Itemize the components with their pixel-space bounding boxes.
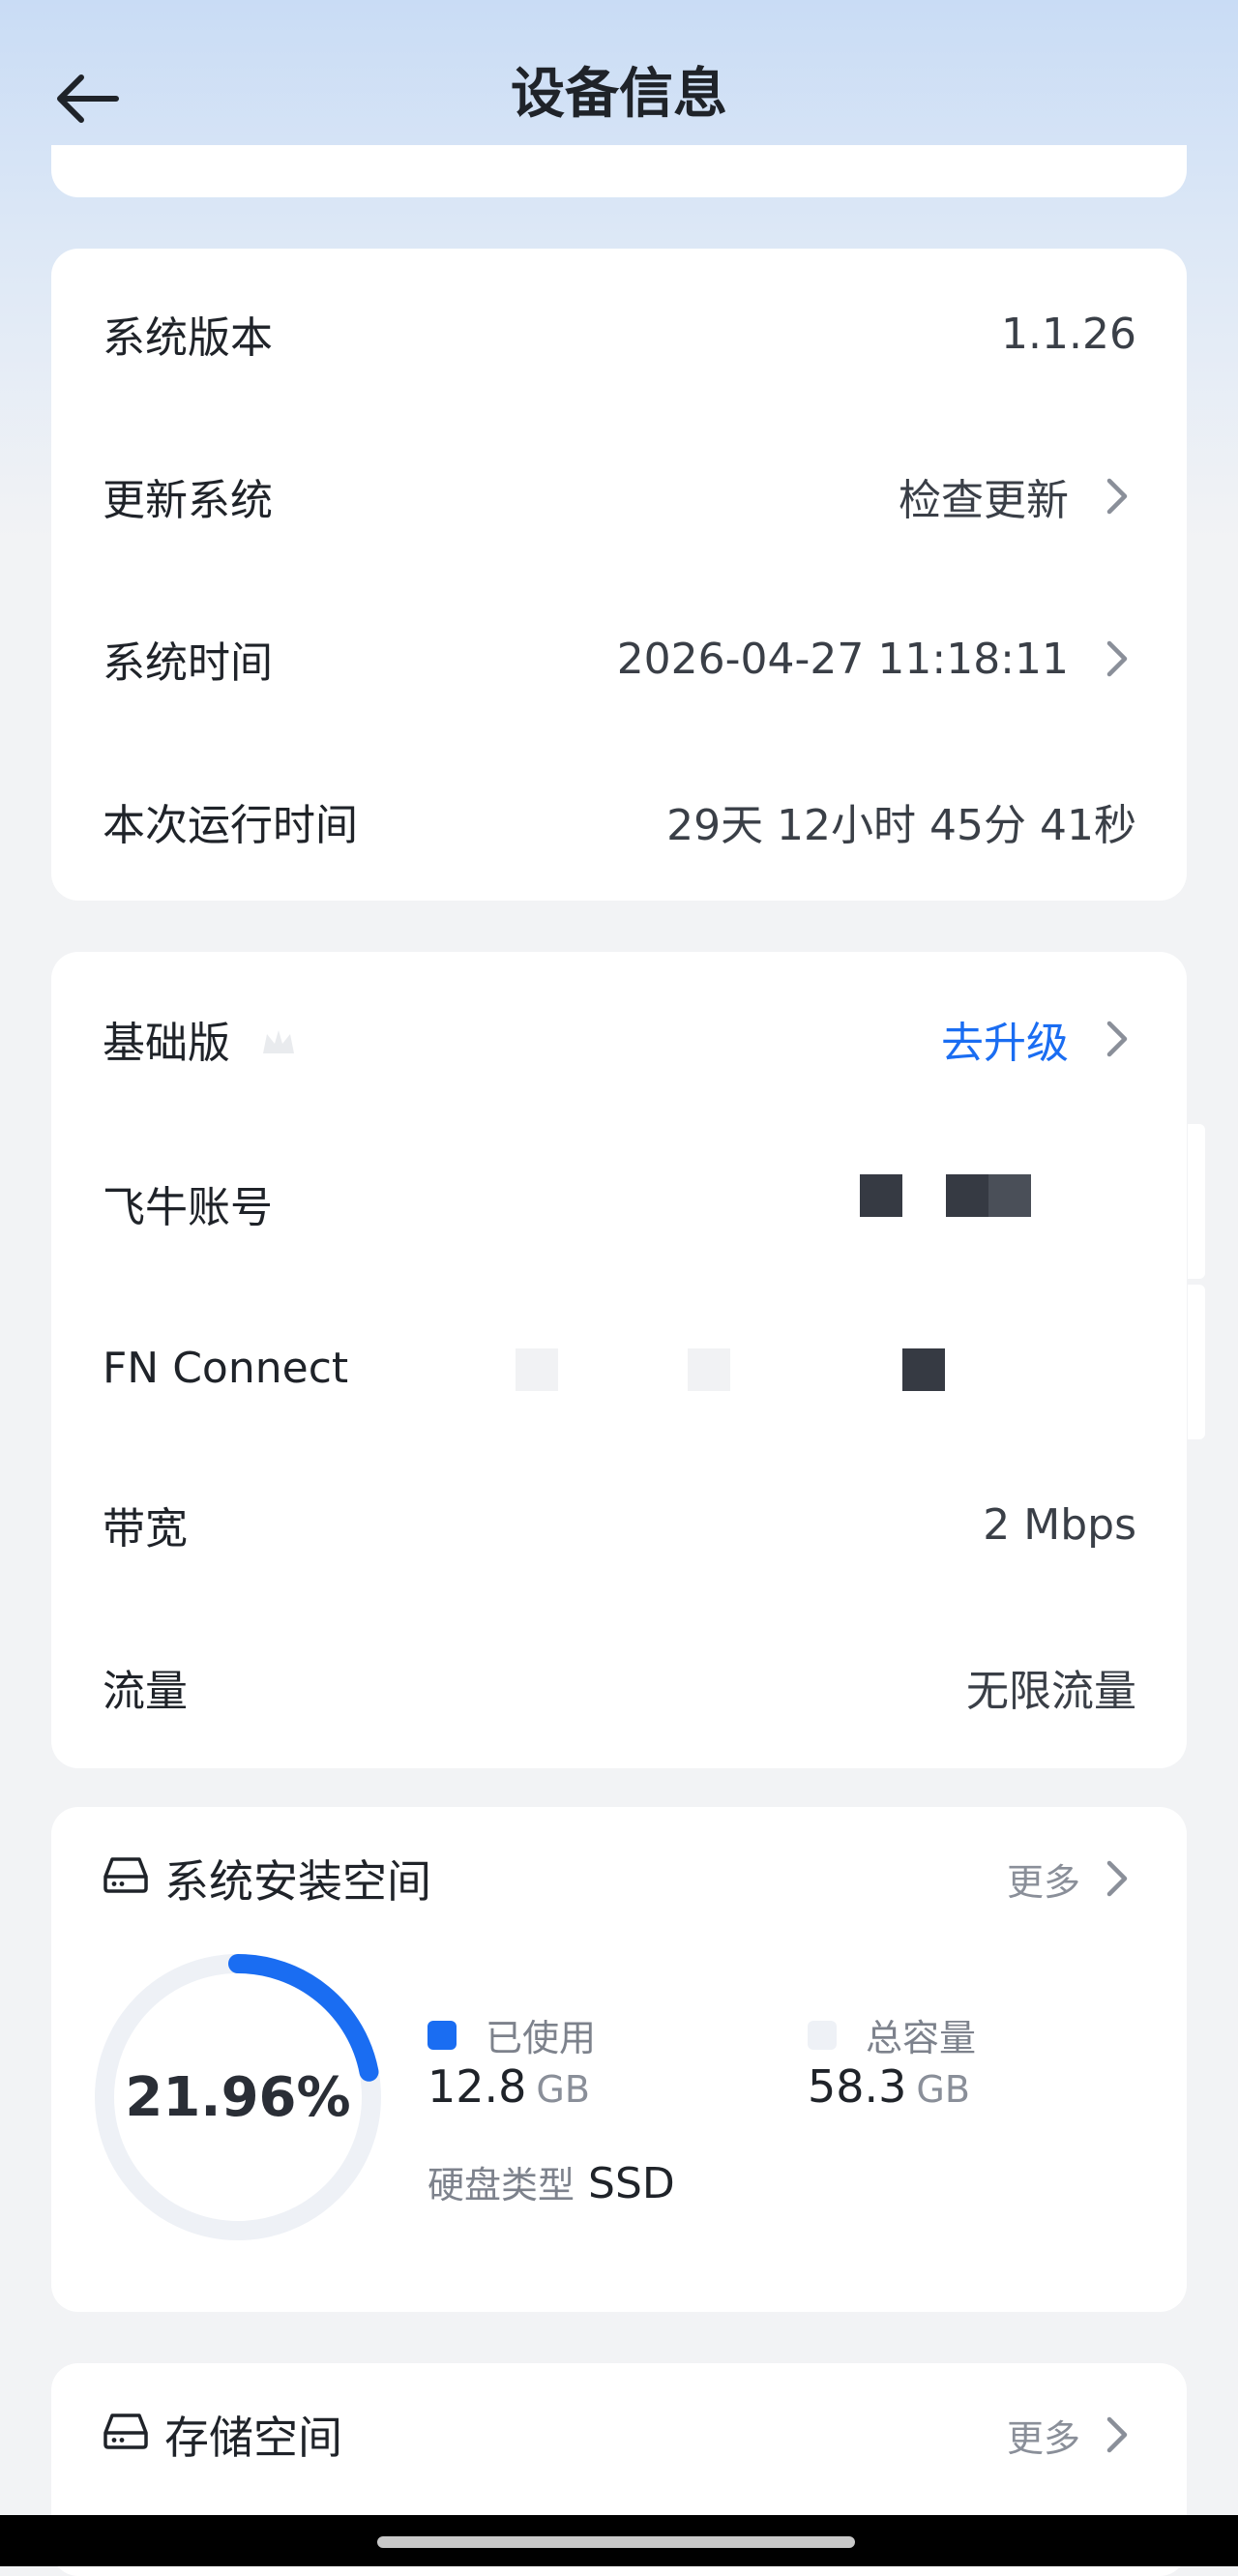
used-unit: GB [536,2068,590,2111]
traffic-label: 流量 [103,1667,188,1716]
storage-space-title-group: 存储空间 [103,2403,342,2467]
check-update-label: 检查更新 [899,476,1069,525]
storage-space-more-link[interactable]: 更多 [1007,2409,1136,2462]
redacted-connect-block [688,1348,730,1391]
bandwidth-label: 带宽 [103,1504,188,1554]
total-swatch [808,2020,837,2050]
used-label: 已使用 [486,2017,597,2059]
upgrade-link[interactable]: 去升级 [941,1008,1136,1070]
more-label: 更多 [1006,1860,1080,1904]
system-version-value: 1.1.26 [1001,309,1136,359]
used-value: 12.8 [427,2060,527,2113]
basic-plan-label: 基础版 [103,1018,230,1068]
uptime-value: 29天 12小时 45分 41秒 [666,801,1136,850]
chevron-right-icon [1098,2415,1136,2454]
row-uptime: 本次运行时间 29天 12小时 45分 41秒 [51,740,1187,903]
redacted-account-block [988,1174,1031,1217]
more-label: 更多 [1006,2416,1080,2460]
check-update-action[interactable]: 检查更新 [899,465,1136,527]
fn-connect-label: FN Connect [103,1343,349,1393]
install-space-title: 系统安装空间 [164,1855,431,1908]
legend-total: 总容量 [808,2008,976,2061]
home-indicator[interactable] [377,2536,855,2548]
hard-disk-icon [103,2409,149,2461]
disk-type: 硬盘类型 SSD [427,2155,675,2208]
uptime-label: 本次运行时间 [103,801,358,850]
redacted-connect-block [902,1348,945,1391]
update-system-label: 更新系统 [103,476,273,525]
row-update-system[interactable]: 更新系统 检查更新 [51,415,1187,577]
row-fn-connect: FN Connect [51,1287,1187,1449]
total-unit: GB [916,2068,970,2111]
disk-type-label: 硬盘类型 [427,2164,575,2206]
side-edge-tab [1188,1285,1205,1439]
system-info-card: 系统版本 1.1.26 更新系统 检查更新 系统时间 2026-04-27 11… [51,249,1187,901]
row-basic-plan[interactable]: 基础版 去升级 [51,958,1187,1120]
disk-type-value: SSD [588,2159,675,2208]
redacted-account-block [860,1174,902,1217]
row-system-time[interactable]: 系统时间 2026-04-27 11:18:11 [51,577,1187,740]
total-label: 总容量 [866,2017,977,2059]
traffic-value: 无限流量 [966,1667,1136,1716]
usage-percent: 21.96% [125,2065,351,2129]
used-swatch [427,2020,457,2050]
used-stat: 12.8 GB [427,2060,590,2113]
total-value: 58.3 [808,2060,907,2113]
hard-disk-icon [103,1852,149,1905]
plan-account-card: 基础版 去升级 飞牛账号 FN Connect 带宽 2 Mbps 流量 无限流… [51,952,1187,1768]
chevron-right-icon [1098,639,1136,678]
chevron-right-icon [1098,1859,1136,1898]
install-space-header: 系统安装空间 更多 [103,1840,1136,1917]
side-edge-tab [1188,1124,1205,1279]
redacted-connect-block [516,1348,558,1391]
system-time-value: 2026-04-27 11:18:11 [616,634,1069,684]
chevron-right-icon [1098,477,1136,516]
legend-used: 已使用 [427,2008,596,2061]
basic-plan-label-group: 基础版 [103,1008,298,1071]
bandwidth-value: 2 Mbps [983,1499,1136,1550]
install-space-more-link[interactable]: 更多 [1007,1852,1136,1906]
upgrade-label: 去升级 [941,1019,1069,1068]
system-time-action[interactable]: 2026-04-27 11:18:11 [617,635,1136,684]
page-title: 设备信息 [511,63,727,126]
install-space-card: 系统安装空间 更多 21.96% 已使用 12.8 GB 总容量 58.3 GB 硬… [51,1807,1187,2312]
fn-account-label: 飞牛账号 [103,1183,273,1232]
storage-space-title: 存储空间 [164,2412,342,2464]
previous-card-sliver [51,145,1187,197]
storage-space-header: 存储空间 更多 [103,2396,1136,2473]
install-space-title-group: 系统安装空间 [103,1847,431,1910]
row-system-version: 系统版本 1.1.26 [51,252,1187,415]
row-bandwidth: 带宽 2 Mbps [51,1443,1187,1606]
chevron-right-icon [1098,1020,1136,1058]
redacted-account-block [946,1174,988,1217]
total-stat: 58.3 GB [808,2060,970,2113]
row-traffic: 流量 无限流量 [51,1606,1187,1768]
system-time-label: 系统时间 [103,638,273,688]
crown-icon [259,1021,298,1070]
system-version-label: 系统版本 [103,313,273,363]
